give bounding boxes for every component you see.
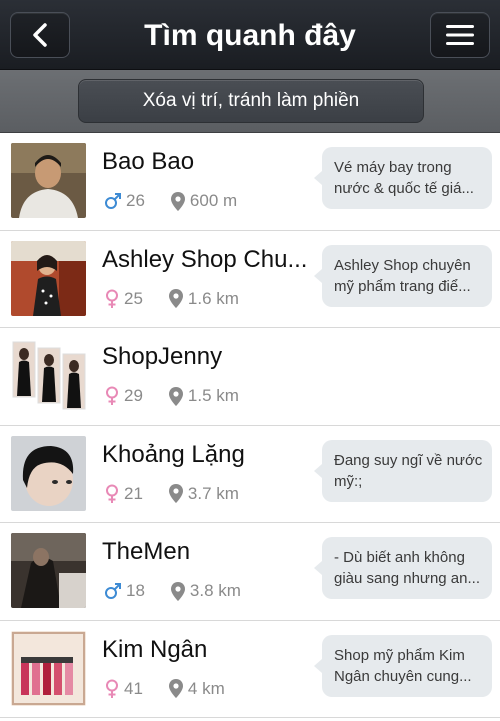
person-meta: 26 600 m (104, 189, 237, 213)
female-icon (104, 679, 120, 699)
person-distance: 3.7 km (187, 483, 239, 503)
avatar[interactable] (11, 143, 86, 218)
person-distance: 1.6 km (187, 288, 239, 308)
female-icon (104, 289, 120, 309)
hamburger-menu-icon (446, 25, 474, 45)
navigation-bar: Tìm quanh đây (0, 0, 500, 70)
person-name: Kim Ngân (102, 635, 208, 663)
person-distance: 1.5 km (187, 386, 239, 405)
female-icon (104, 484, 120, 504)
person-age: 18 (126, 581, 145, 600)
status-line: mỹ phẩm trang điể... (334, 277, 471, 295)
person-meta: 29 1.5 km (104, 384, 239, 408)
person-distance: 3.8 km (189, 581, 241, 600)
person-name: Ashley Shop Chu... (102, 245, 308, 273)
person-distance: 600 m (189, 191, 238, 210)
person-meta: 41 4 km (104, 677, 225, 701)
chevron-left-icon (33, 23, 47, 47)
status-bubble: Vé máy bay trong nước & quốc tế giá... (314, 147, 492, 209)
person-meta: 18 3.8 km (104, 579, 241, 603)
status-line: Ngân chuyên cung... (334, 667, 472, 685)
clear-location-button[interactable]: Xóa vị trí, tránh làm phiền (78, 79, 424, 123)
person-row-ashley-shop[interactable]: Ashley Shop Chu... 25 1.6 km Ashley Shop… (0, 230, 500, 328)
person-age: 29 (124, 386, 143, 405)
page-title: Tìm quanh đây (144, 19, 356, 52)
location-pin-icon (168, 679, 183, 698)
person-distance: 4 km (187, 678, 225, 698)
location-pin-icon (168, 386, 183, 406)
status-line: Shop mỹ phẩm Kim (334, 646, 465, 664)
action-bar: Xóa vị trí, tránh làm phiền (0, 70, 500, 133)
male-icon (104, 192, 122, 210)
person-row-themen[interactable]: TheMen 18 3.8 km - Dù biết anh không già… (0, 523, 500, 621)
person-name: ShopJenny (102, 343, 223, 370)
status-line: nước & quốc tế giá... (334, 180, 474, 197)
person-age: 21 (124, 483, 143, 503)
avatar[interactable] (11, 435, 86, 511)
avatar[interactable] (11, 630, 86, 706)
location-pin-icon (170, 581, 185, 601)
status-line: giàu sang nhưng an... (334, 570, 480, 587)
status-line: Đang suy ngĩ về nước (334, 451, 483, 469)
status-bubble: Shop mỹ phẩm Kim Ngân chuyên cung... (314, 634, 492, 697)
status-bubble: - Dù biết anh không giàu sang nhưng an..… (314, 537, 492, 599)
person-age: 41 (124, 678, 143, 698)
avatar[interactable] (11, 533, 86, 608)
person-row-bao-bao[interactable]: Bao Bao 26 600 m Vé máy bay trong nước &… (0, 133, 500, 231)
location-pin-icon (168, 289, 183, 308)
person-row-shopjenny[interactable]: ShopJenny 29 1.5 km (0, 328, 500, 426)
menu-button[interactable] (430, 12, 490, 58)
person-name: TheMen (102, 538, 191, 565)
status-bubble: Ashley Shop chuyên mỹ phẩm trang điể... (314, 244, 492, 307)
person-row-khoang-lang[interactable]: Khoảng Lặng 21 3.7 km Đang suy ngĩ về nư… (0, 425, 500, 523)
status-line: Ashley Shop chuyên (334, 256, 471, 274)
status-bubble: Đang suy ngĩ về nước mỹ:; (314, 439, 492, 502)
person-age: 25 (124, 288, 143, 308)
person-name: Bao Bao (102, 148, 195, 175)
location-pin-icon (168, 484, 183, 503)
back-button[interactable] (10, 12, 70, 58)
male-icon (104, 582, 122, 600)
status-line: Vé máy bay trong (334, 159, 452, 176)
person-meta: 25 1.6 km (104, 287, 239, 311)
avatar[interactable] (11, 240, 86, 316)
female-icon (104, 386, 120, 406)
location-pin-icon (170, 191, 185, 211)
person-row-kim-ngan[interactable]: Kim Ngân 41 4 km Shop mỹ phẩm Kim Ngân c… (0, 620, 500, 718)
person-age: 26 (126, 191, 145, 210)
person-name: Khoảng Lặng (102, 440, 245, 468)
status-line: - Dù biết anh không (334, 549, 465, 566)
status-line: mỹ:; (334, 472, 363, 490)
person-meta: 21 3.7 km (104, 482, 239, 506)
nearby-people-list: Bao Bao 26 600 m Vé máy bay trong nước &… (0, 133, 500, 718)
avatar[interactable] (11, 338, 86, 413)
